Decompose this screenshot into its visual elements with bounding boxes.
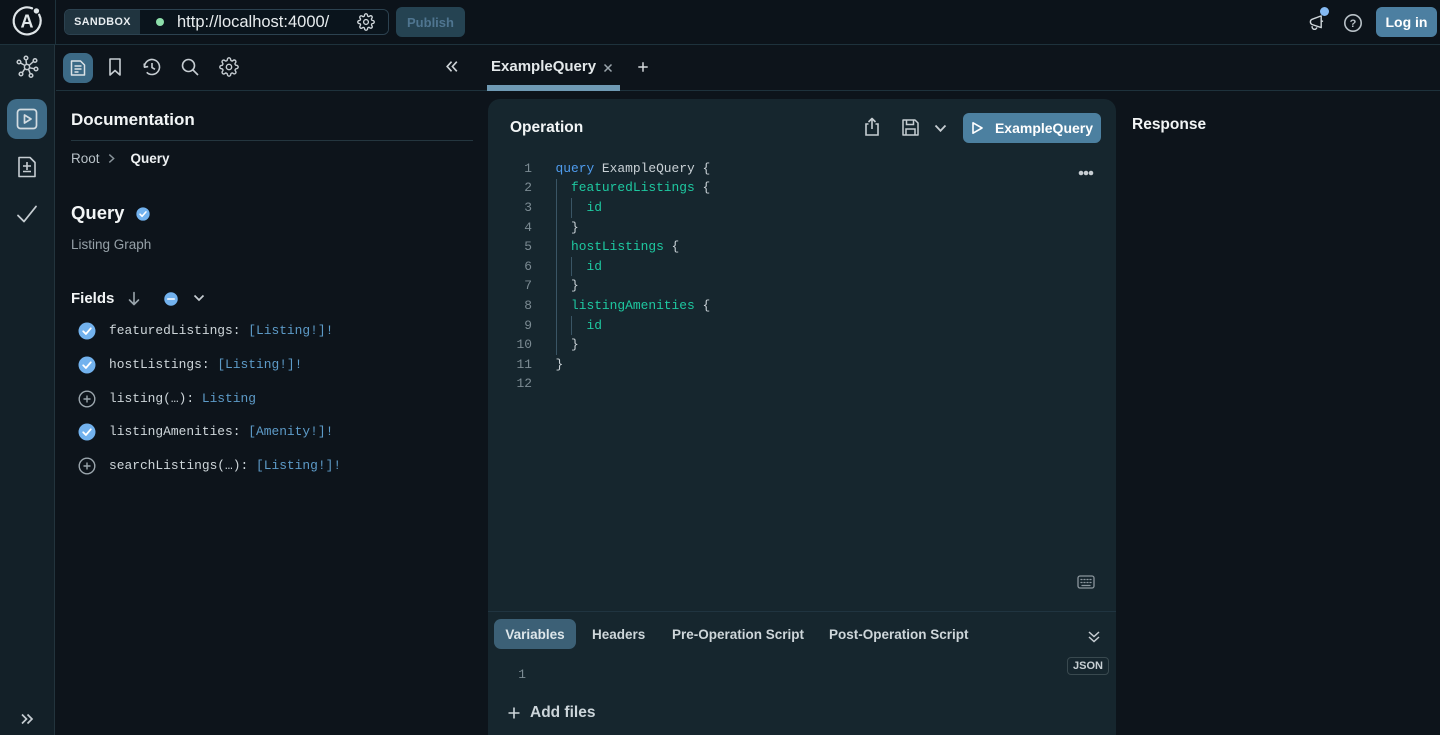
svg-text:?: ? bbox=[1350, 18, 1357, 30]
svg-text:A: A bbox=[21, 12, 34, 32]
